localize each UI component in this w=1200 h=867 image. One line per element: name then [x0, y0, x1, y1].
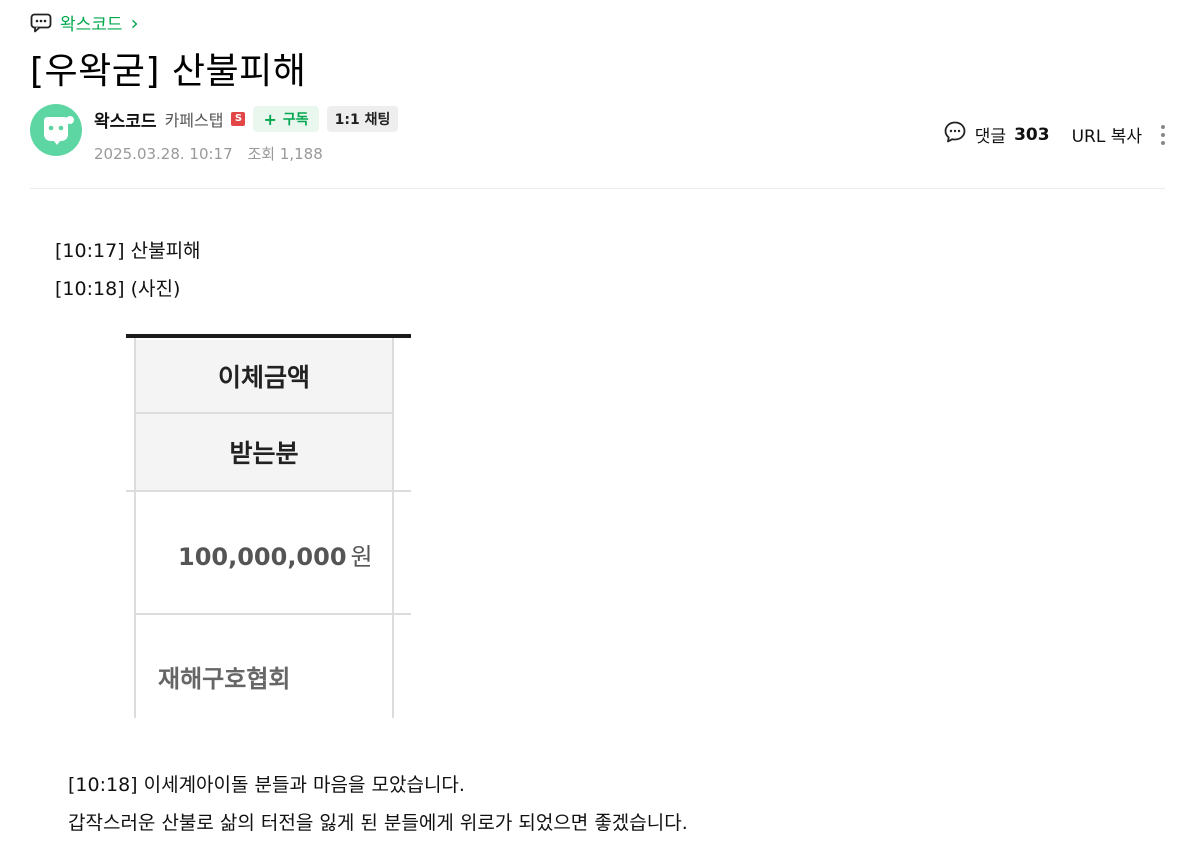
- transfer-receipt-image[interactable]: 이체금액 받는분 100,000,000 원 재해구호협회: [126, 334, 411, 718]
- post-date: 2025.03.28. 10:17: [94, 145, 233, 163]
- content-line-4: 갑작스러운 산불로 삶의 터전을 잃게 된 분들에게 위로가 되었으면 좋겠습니…: [68, 812, 688, 834]
- more-options-icon[interactable]: [1158, 124, 1168, 145]
- header-divider: [30, 188, 1165, 189]
- plus-icon: +: [263, 109, 277, 129]
- table-divider: [134, 613, 411, 615]
- content-line-1: [10:17] 산불피해: [55, 240, 201, 262]
- receiver-header: 받는분: [136, 414, 392, 490]
- table-top-border: [126, 334, 411, 338]
- avatar-face-icon: [44, 116, 74, 145]
- comment-count: 303: [1014, 124, 1050, 145]
- table-divider: [126, 490, 411, 492]
- cafe-name: 왁스코드: [60, 15, 123, 35]
- post-meta: 2025.03.28. 10:17 조회 1,188: [94, 143, 323, 164]
- content-line-3: [10:18] 이세계아이돌 분들과 마음을 모았습니다.: [68, 774, 465, 796]
- amount-currency: 원: [350, 543, 373, 571]
- avatar[interactable]: [30, 104, 82, 156]
- transfer-amount: 100,000,000 원: [178, 537, 373, 572]
- table-right-border: [392, 338, 394, 718]
- url-copy-button[interactable]: URL 복사: [1072, 122, 1142, 147]
- cafe-link[interactable]: 왁스코드 ›: [30, 10, 139, 35]
- post-title: [우왁굳] 산불피해: [30, 51, 307, 92]
- author-row: 왁스코드 카페스탭 S + 구독 1:1 채팅: [94, 106, 399, 132]
- transfer-amount-header: 이체금액: [136, 340, 392, 412]
- subscribe-button[interactable]: + 구독: [253, 106, 319, 132]
- author-level: 카페스탭: [164, 111, 224, 130]
- subscribe-label: 구독: [282, 112, 309, 128]
- table-left-border: [134, 338, 136, 718]
- one-to-one-chat-button[interactable]: 1:1 채팅: [326, 106, 399, 132]
- receiver-name: 재해구호협회: [158, 665, 291, 693]
- view-count: 조회 1,188: [247, 145, 323, 163]
- comment-button[interactable]: 댓글 303: [943, 120, 1050, 149]
- comment-icon: [943, 120, 967, 149]
- staff-badge-icon: S: [231, 112, 246, 126]
- chat-bubble-icon: [30, 13, 52, 33]
- chevron-right-icon: ›: [130, 10, 139, 35]
- author-name[interactable]: 왁스코드: [94, 107, 157, 132]
- amount-value: 100,000,000: [178, 543, 347, 571]
- comment-label: 댓글: [974, 127, 1007, 147]
- post-tools: 댓글 303 URL 복사: [943, 120, 1168, 149]
- content-line-2: [10:18] (사진): [55, 278, 181, 300]
